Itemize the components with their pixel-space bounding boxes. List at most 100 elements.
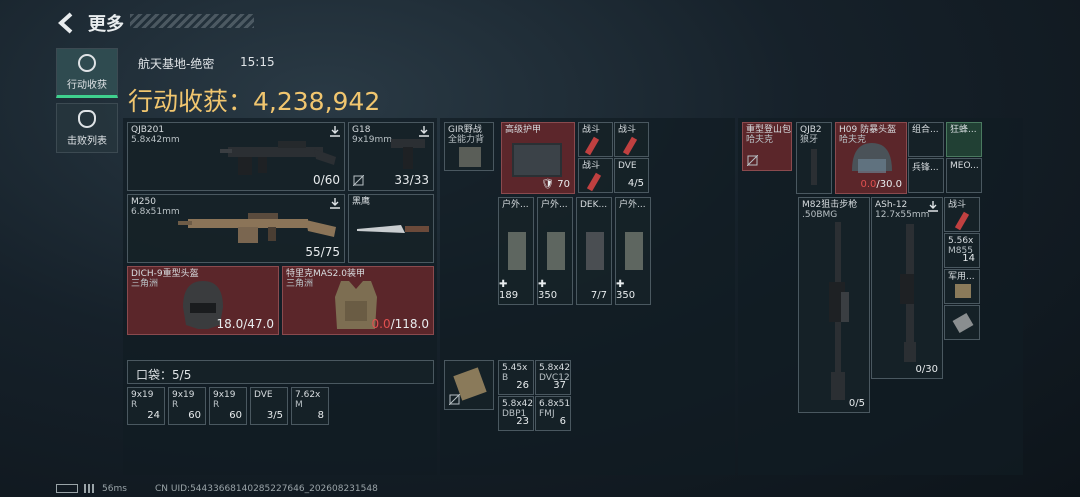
item-name: DVE [618,161,637,171]
container-item[interactable] [444,360,494,410]
loot-icon [78,53,96,72]
med-item[interactable]: 战斗 [578,158,613,193]
armor-image [512,143,562,177]
item-durability: 🛡 70 [541,179,570,190]
tab-kills-label: 击败列表 [67,135,107,147]
tab-loot[interactable]: 行动收获 [56,48,118,98]
weapon-caliber: 6.8x51mm [131,207,180,217]
weapon-m82[interactable]: M82狙击步枪 .50BMG 0/5 [798,197,870,413]
case-item[interactable]: 户外... ✚ 189 [498,197,534,305]
weapon-name: M250 [131,197,156,207]
item-name: 5.56x [948,236,974,246]
misc-item[interactable]: 兵锋... [908,158,944,193]
weapon-g18[interactable]: G18 9x19mm 33/33 [348,122,434,191]
med-item[interactable]: 战斗 [578,122,613,157]
item-count: 60 [188,410,201,421]
battery-icon [56,484,78,493]
misc-item[interactable]: 军用... [944,269,980,304]
item-name: 5.45x [502,363,528,373]
pocket-item[interactable]: DVE 3/5 [250,387,288,425]
weapon-m250[interactable]: M250 6.8x51mm 55/75 [127,194,345,263]
med-item[interactable]: DVE 4/5 [614,158,649,193]
weapon-name: 黑鹰 [352,197,371,207]
item-sub: 全能力背 [448,135,485,145]
item-count: 4/5 [627,178,644,189]
misc-item[interactable] [944,305,980,340]
item-name: 战斗 [582,125,601,135]
syringe-icon [622,136,638,156]
helmet-item[interactable]: H09 防暴头盔 哈夫克 0.0/30.0 [835,122,907,194]
backpack-item[interactable]: 重型登山包 哈夫克 [742,122,792,171]
case-item[interactable]: 户外... ✚ 350 [615,197,651,305]
ammo-item[interactable]: 5.8x42 DVC12 37 [535,360,571,395]
rig-image [459,147,481,167]
ammo-item[interactable]: 5.45x B 26 [498,360,534,395]
ammo-item[interactable]: 6.8x51 FMJ 6 [535,396,571,431]
item-name: 户外... [541,200,568,210]
item-count: 37 [553,380,566,391]
chest-rig-slot[interactable]: GIR野战 全能力背 [444,122,494,171]
syringe-icon [584,136,600,156]
ammo-item[interactable]: 5.56x M855 14 [944,233,980,268]
armor-item[interactable]: 高级护甲 🛡 70 [501,122,575,194]
weapon-caliber: 5.8x42mm [131,135,180,145]
weapon-caliber: .50BMG [802,210,838,220]
weapon-name: ASh-12 [875,200,908,210]
pocket-item[interactable]: 9x19 R 24 [127,387,165,425]
helmet-slot[interactable]: DICH-9重型头盔 三角洲 18.0/47.0 [127,266,279,335]
pocket-item[interactable]: 9x19 R 60 [209,387,247,425]
armor-slot[interactable]: 特里克MAS2.0装甲 三角洲 0.0/118.0 [282,266,434,335]
med-item[interactable]: 战斗 [614,122,649,157]
item-count: 6 [559,416,566,427]
misc-item[interactable]: MEO... [946,158,982,193]
item-sub: 哈夫克 [746,135,774,145]
pocket-item[interactable]: 7.62x M 8 [291,387,329,425]
download-icon[interactable] [928,201,938,212]
page-title: 更多 [88,14,124,35]
melee-knife[interactable]: 黑鹰 [348,194,434,263]
rifle-image [900,224,916,362]
item-name: 战斗 [948,200,967,210]
item-count: ✚ 350 [616,279,636,301]
back-icon[interactable] [56,12,78,34]
case-item[interactable]: DEK... 7/7 [576,197,612,305]
item-count: ✚ 189 [499,279,519,301]
item-count: 14 [962,253,975,264]
weapon-name: G18 [352,125,371,135]
ammo-item[interactable]: 5.8x42 DBP1 23 [498,396,534,431]
map-name: 航天基地-绝密 [138,57,215,71]
item-name: 军用... [948,272,975,282]
item-name: 兵锋... [912,163,939,173]
haul-value: 行动收获：4,238,942 [128,87,381,116]
weapon-ash12[interactable]: ASh-12 12.7x55mm 0/30 [871,197,943,379]
tab-kills[interactable]: 击败列表 [56,103,118,153]
item-count: 26 [516,380,529,391]
weapon-caliber: 12.7x55mm [875,210,930,220]
syringe-icon [954,211,970,231]
tab-loot-label: 行动收获 [67,79,107,91]
item-sub: R [131,400,138,410]
durability: 0.0/118.0 [371,317,430,331]
case-item[interactable]: 户外... ✚ 350 [537,197,573,305]
pocket-item[interactable]: 9x19 R 60 [168,387,206,425]
item-count: 60 [229,410,242,421]
title-decoration [130,14,254,28]
med-item[interactable]: 战斗 [944,197,980,232]
item-name: 9x19 [131,390,154,400]
weapon-item[interactable]: QJB2 狼牙 [796,122,832,194]
ammo-count: 0/60 [313,173,340,187]
download-icon[interactable] [419,126,429,137]
misc-item[interactable]: 狂蜂... [946,122,982,157]
item-sub: B [502,373,509,383]
misc-item[interactable]: 组合... [908,122,944,157]
item-name: 高级护甲 [505,125,542,135]
durability: 18.0/47.0 [216,317,274,331]
helmet-image [852,143,892,173]
item-count: 8 [317,410,324,421]
item-count: 3/5 [266,410,283,421]
weapon-qjb201[interactable]: QJB201 5.8x42mm 0/60 [127,122,345,191]
case-image [508,232,526,270]
item-name: 7.62x [295,390,321,400]
item-sub: FMJ [539,409,555,419]
item-name: 9x19 [213,390,236,400]
